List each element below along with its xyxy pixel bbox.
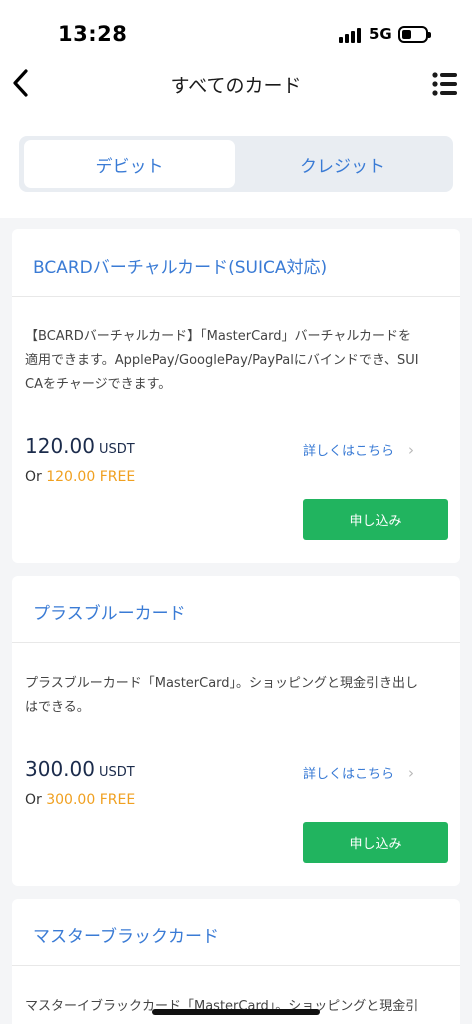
alt-price-value: 300.00 bbox=[46, 792, 96, 808]
chevron-right-icon: › bbox=[408, 764, 415, 782]
card-price: 300.00 USDT bbox=[25, 757, 135, 781]
list-menu-icon bbox=[432, 72, 457, 96]
divider bbox=[12, 642, 460, 643]
card-type-tabs: デビット クレジット bbox=[19, 136, 453, 192]
details-link[interactable]: 詳しくはこちら › bbox=[303, 440, 414, 459]
network-type: 5G bbox=[369, 25, 392, 43]
chevron-right-icon: › bbox=[408, 441, 415, 459]
divider bbox=[12, 965, 460, 966]
card-alt-price: Or 120.00 FREE bbox=[25, 469, 135, 485]
apply-button[interactable]: 申し込み bbox=[303, 822, 448, 863]
page-title: すべてのカード bbox=[170, 75, 302, 97]
nav-bar: すべてのカード bbox=[0, 58, 472, 108]
card-description: マスターイブラックカード「MasterCard」。ショッピングと現金引 bbox=[25, 995, 450, 1019]
card-master-black: マスターブラックカード マスターイブラックカード「MasterCard」。ショッ… bbox=[12, 899, 460, 1024]
card-alt-price: Or 300.00 FREE bbox=[25, 792, 135, 808]
card-price: 120.00 USDT bbox=[25, 434, 135, 458]
apply-button[interactable]: 申し込み bbox=[303, 499, 448, 540]
description-line: 【BCARDバーチャルカード】「MasterCard」バーチャルカードを bbox=[25, 329, 411, 344]
description-line: CAをチャージできます。 bbox=[25, 377, 172, 392]
home-indicator[interactable] bbox=[152, 1009, 320, 1015]
description-line: はできる。 bbox=[25, 700, 90, 715]
description-line: マスターイブラックカード「MasterCard」。ショッピングと現金引 bbox=[25, 999, 419, 1014]
card-description: 【BCARDバーチャルカード】「MasterCard」バーチャルカードを 適用で… bbox=[25, 325, 450, 397]
alt-prefix: Or bbox=[25, 469, 42, 485]
price-value: 120.00 bbox=[25, 434, 95, 458]
tab-credit[interactable]: クレジット bbox=[237, 140, 448, 188]
price-currency: USDT bbox=[98, 442, 135, 457]
card-bcard-virtual: BCARDバーチャルカード(SUICA対応) 【BCARDバーチャルカード】「M… bbox=[12, 229, 460, 563]
alt-price-value: 120.00 bbox=[46, 469, 96, 485]
card-description: プラスブルーカード「MasterCard」。ショッピングと現金引き出し はできる… bbox=[25, 672, 450, 720]
description-line: 適用できます。ApplePay/GooglePay/PayPalにバインドでき、… bbox=[25, 353, 419, 368]
card-title: プラスブルーカード bbox=[33, 604, 186, 624]
alt-prefix: Or bbox=[25, 792, 42, 808]
battery-icon bbox=[398, 26, 431, 43]
price-currency: USDT bbox=[98, 765, 135, 780]
details-label: 詳しくはこちら bbox=[303, 444, 395, 459]
card-title: BCARDバーチャルカード(SUICA対応) bbox=[33, 258, 328, 278]
divider bbox=[12, 296, 460, 297]
card-title: マスターブラックカード bbox=[33, 927, 219, 947]
description-line: プラスブルーカード「MasterCard」。ショッピングと現金引き出し bbox=[25, 676, 419, 691]
details-link[interactable]: 詳しくはこちら › bbox=[303, 763, 414, 782]
status-time: 13:28 bbox=[58, 22, 128, 46]
price-value: 300.00 bbox=[25, 757, 95, 781]
card-plus-blue: プラスブルーカード プラスブルーカード「MasterCard」。ショッピングと現… bbox=[12, 576, 460, 886]
tab-debit[interactable]: デビット bbox=[24, 140, 235, 188]
menu-button[interactable] bbox=[432, 72, 458, 96]
cellular-signal-icon bbox=[339, 27, 363, 43]
alt-price-label: FREE bbox=[99, 469, 136, 485]
alt-price-label: FREE bbox=[99, 792, 136, 808]
details-label: 詳しくはこちら bbox=[303, 767, 395, 782]
